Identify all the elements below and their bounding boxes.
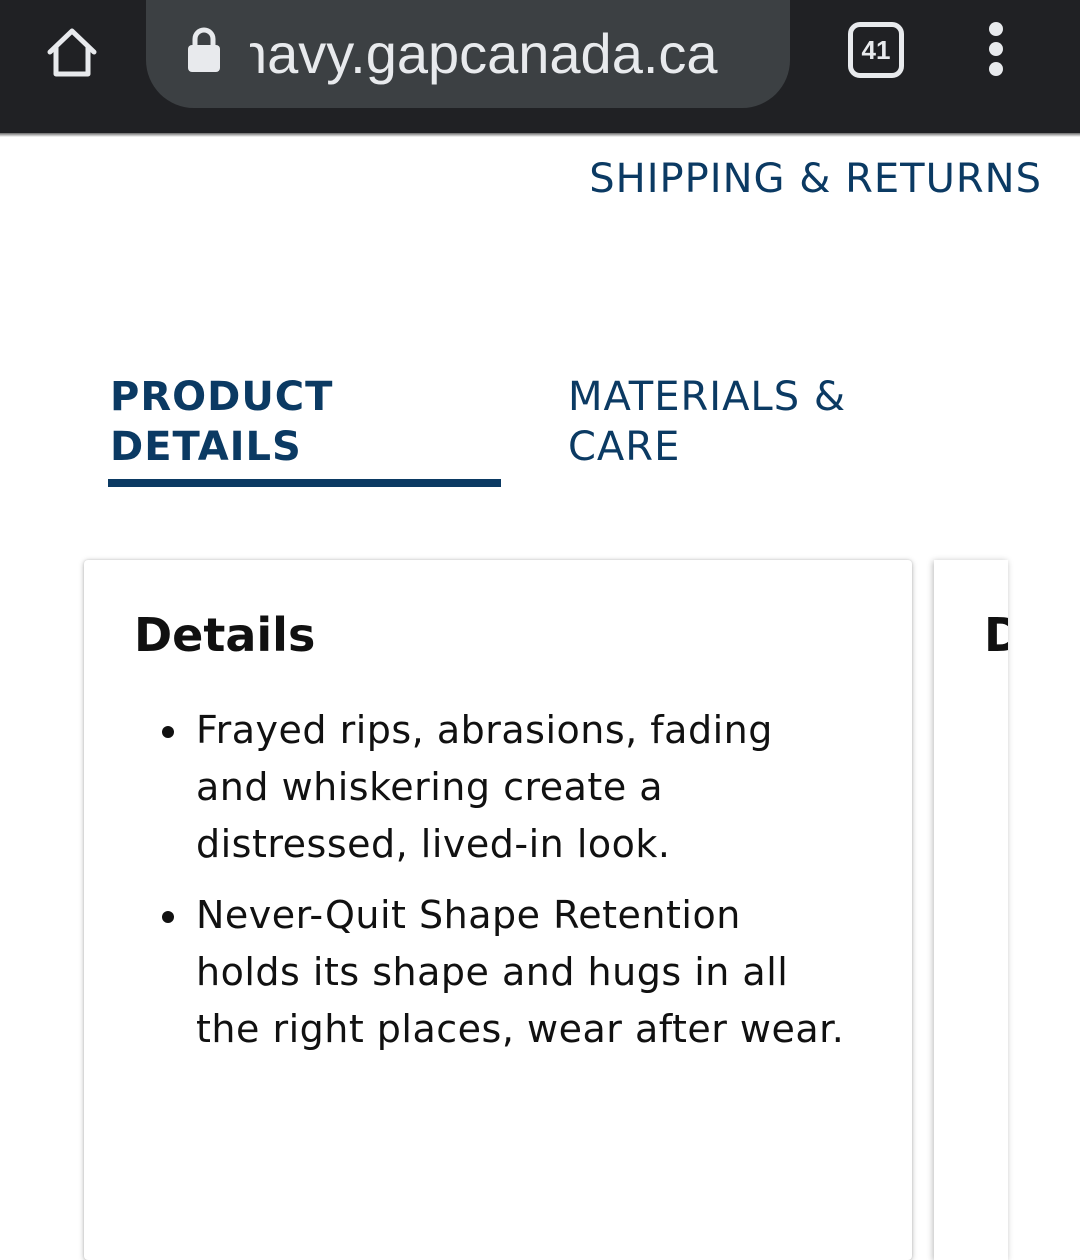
- card-title: Details: [134, 608, 316, 662]
- list-item: Never-Quit Shape Retention holds its sha…: [162, 887, 846, 1058]
- tab-product-details[interactable]: PRODUCT DETAILS: [110, 372, 490, 472]
- home-button[interactable]: [38, 18, 106, 86]
- shipping-returns-link[interactable]: SHIPPING & RETURNS: [589, 156, 1042, 202]
- lock-icon: [188, 27, 220, 72]
- active-tab-indicator: [108, 479, 501, 487]
- next-card-title: D: [984, 608, 1008, 662]
- list-item: Frayed rips, abrasions, fading and whisk…: [162, 702, 846, 873]
- tab-count: 41: [861, 34, 891, 65]
- more-vert-icon[interactable]: [972, 20, 1020, 80]
- next-card[interactable]: D: [934, 560, 1008, 1260]
- url-text[interactable]: navy.gapcanada.ca: [250, 14, 780, 94]
- details-list: Frayed rips, abrasions, fading and whisk…: [146, 702, 846, 1072]
- details-card: Details Frayed rips, abrasions, fading a…: [84, 560, 912, 1260]
- tab-label-line1: PRODUCT: [110, 374, 334, 420]
- tab-label-line1: MATERIALS &: [568, 374, 847, 420]
- tab-switcher-button[interactable]: 41: [848, 22, 904, 78]
- url-value: navy.gapcanada.ca: [250, 22, 718, 85]
- tab-label-line2: CARE: [568, 424, 681, 470]
- tab-label-line2: DETAILS: [110, 424, 302, 470]
- tab-materials-care[interactable]: MATERIALS & CARE: [568, 372, 928, 472]
- home-icon: [47, 28, 97, 77]
- toolbar-divider: [0, 133, 1080, 137]
